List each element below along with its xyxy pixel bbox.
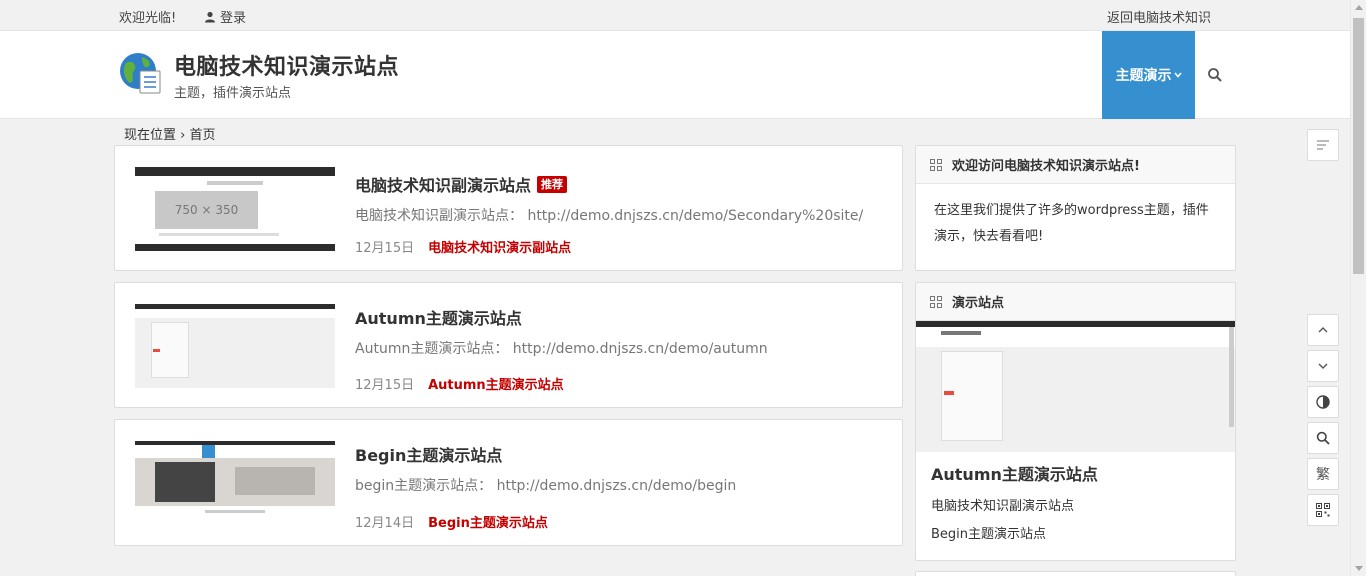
post-thumbnail[interactable] <box>135 441 335 525</box>
breadcrumb-separator: › <box>180 128 190 143</box>
site-link[interactable]: Begin主题演示站点 <box>931 523 1046 542</box>
post-excerpt: begin主题演示站点： http://demo.dnjszs.cn/demo/… <box>355 478 737 494</box>
scroll-arrow-down[interactable] <box>1355 566 1363 571</box>
post-meta: 12月15日 Autumn主题演示站点 <box>355 374 564 393</box>
post-thumbnail[interactable]: 750 × 350 <box>135 167 335 251</box>
post-title[interactable]: Autumn主题演示站点 <box>355 305 522 329</box>
post-excerpt: Autumn主题演示站点： http://demo.dnjszs.cn/demo… <box>355 341 768 357</box>
post-date: 12月15日 <box>355 378 415 393</box>
post-card: 750 × 350 电脑技术知识副演示站点 推荐 电脑技术知识副演示站点： ht… <box>114 145 903 271</box>
post-card: Autumn主题演示站点 Autumn主题演示站点： http://demo.d… <box>114 282 903 408</box>
search-icon <box>1316 431 1330 445</box>
site-link[interactable]: 电脑技术知识副演示站点 <box>931 495 1074 514</box>
post-date: 12月15日 <box>355 241 415 256</box>
next-widget <box>915 571 1236 576</box>
breadcrumb-home[interactable]: 首页 <box>190 128 216 143</box>
post-meta: 12月14日 Begin主题演示站点 <box>355 512 548 531</box>
search-button[interactable] <box>1307 422 1339 454</box>
nav-item-theme-demo[interactable]: 主题演示 <box>1102 31 1195 119</box>
traditional-chinese-button[interactable]: 繁 <box>1307 458 1339 490</box>
site-header: 电脑技术知识演示站点 主题，插件演示站点 主题演示 <box>0 31 1350 119</box>
widget-body: 在这里我们提供了许多的wordpress主题，插件演示，快去看看吧! <box>934 203 1209 244</box>
dark-mode-button[interactable] <box>1307 386 1339 418</box>
welcome-text: 欢迎光临! <box>119 11 177 26</box>
post-excerpt: 电脑技术知识副演示站点： http://demo.dnjszs.cn/demo/… <box>355 208 864 224</box>
menu-lines-icon <box>1317 140 1329 150</box>
post-meta: 12月15日 电脑技术知识演示副站点 <box>355 237 571 256</box>
grid-icon <box>930 158 942 171</box>
breadcrumb-location: 现在位置 <box>124 128 177 143</box>
post-date: 12月14日 <box>355 516 415 531</box>
search-icon[interactable] <box>1207 67 1223 83</box>
breadcrumb: 现在位置 › 首页 <box>124 124 216 143</box>
widget-title: 演示站点 <box>952 296 1005 311</box>
user-icon <box>205 11 215 22</box>
site-logo-icon[interactable] <box>118 51 164 97</box>
site-screenshot[interactable] <box>916 321 1235 452</box>
post-category[interactable]: 电脑技术知识演示副站点 <box>428 237 571 256</box>
site-title[interactable]: 电脑技术知识演示站点 <box>174 49 399 81</box>
post-title-text[interactable]: 电脑技术知识副演示站点 <box>355 172 531 196</box>
widget-header: 演示站点 <box>916 283 1235 321</box>
post-card: Begin主题演示站点 begin主题演示站点： http://demo.dnj… <box>114 419 903 546</box>
post-title[interactable]: 电脑技术知识副演示站点 推荐 <box>355 172 568 196</box>
featured-site-name[interactable]: Autumn主题演示站点 <box>931 461 1098 485</box>
scroll-arrow-up[interactable] <box>1355 5 1363 10</box>
chevron-up-icon <box>1318 327 1328 333</box>
scroll-down-button[interactable] <box>1307 350 1339 382</box>
top-bar: 欢迎光临! 登录 返回电脑技术知识 <box>0 0 1350 31</box>
site-description: 主题，插件演示站点 <box>174 86 292 101</box>
toc-button[interactable] <box>1307 129 1339 161</box>
grid-icon <box>930 295 942 308</box>
nav-item-label: 主题演示 <box>1115 68 1172 84</box>
recommended-badge: 推荐 <box>537 175 568 193</box>
widget-title: 欢迎访问电脑技术知识演示站点! <box>952 159 1140 174</box>
thumbnail-placeholder-text: 750 × 350 <box>174 203 239 217</box>
post-title-text[interactable]: Begin主题演示站点 <box>355 442 502 466</box>
login-label: 登录 <box>220 11 247 26</box>
post-title-text[interactable]: Autumn主题演示站点 <box>355 305 522 329</box>
qrcode-button[interactable] <box>1307 494 1339 526</box>
page-scrollbar[interactable] <box>1350 0 1366 576</box>
post-category[interactable]: Begin主题演示站点 <box>428 512 548 531</box>
widget-header: 欢迎访问电脑技术知识演示站点! <box>916 146 1235 184</box>
qrcode-icon <box>1316 503 1330 517</box>
contrast-icon <box>1316 395 1330 409</box>
post-thumbnail[interactable] <box>135 304 335 388</box>
scrollbar-thumb[interactable] <box>1353 18 1364 274</box>
chevron-down-icon <box>1318 363 1328 369</box>
post-category[interactable]: Autumn主题演示站点 <box>428 374 564 393</box>
login-link[interactable]: 登录 <box>204 7 246 26</box>
chevron-down-icon <box>1173 72 1182 78</box>
back-home-link[interactable]: 返回电脑技术知识 <box>1107 7 1211 26</box>
sites-widget: 演示站点 Autumn主题演示站点 电脑技术知识副演示站点 Begin主题演示站… <box>915 282 1236 561</box>
post-title[interactable]: Begin主题演示站点 <box>355 442 502 466</box>
welcome-widget: 欢迎访问电脑技术知识演示站点! 在这里我们提供了许多的wordpress主题，插… <box>915 145 1236 271</box>
scroll-up-button[interactable] <box>1307 314 1339 346</box>
